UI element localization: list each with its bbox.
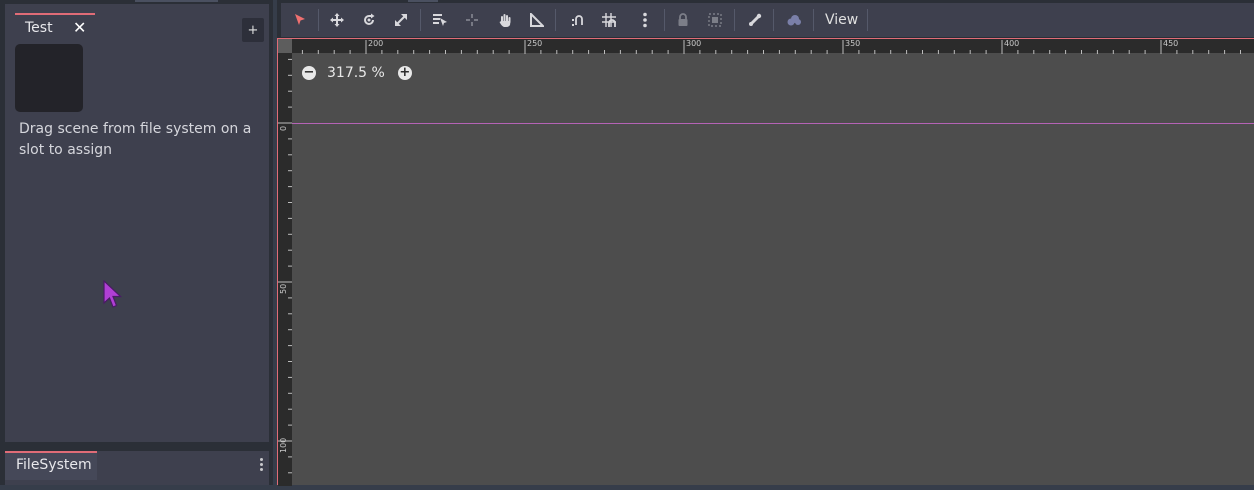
tab-filesystem-label: FileSystem bbox=[16, 457, 92, 473]
ruler-label-text: 0 bbox=[279, 125, 288, 131]
list-select-tool-icon[interactable] bbox=[427, 8, 453, 32]
ruler-top-ticks bbox=[301, 40, 1241, 54]
drag-hint-text: Drag scene from file system on a slot to… bbox=[19, 121, 252, 158]
snap-options-icon[interactable] bbox=[632, 8, 658, 32]
add-tab-button[interactable]: + bbox=[242, 18, 264, 42]
ruler-label: 350 bbox=[845, 39, 861, 48]
tab-filesystem[interactable]: FileSystem bbox=[5, 451, 97, 480]
ruler-label-text: 100 bbox=[279, 437, 288, 453]
ruler-left-ticks bbox=[278, 58, 292, 474]
zoom-in-button[interactable]: + bbox=[397, 66, 412, 80]
canvas-2d[interactable]: 200 250 300 350 400 450 0 50 100 − 317.5… bbox=[277, 38, 1254, 486]
kebab-menu-icon[interactable] bbox=[257, 456, 265, 474]
ruler-label: 200 bbox=[368, 39, 384, 48]
horizontal-guide-line bbox=[292, 123, 1254, 124]
smart-snap-icon[interactable] bbox=[565, 8, 591, 32]
viewport-drag-strip bbox=[408, 0, 438, 2]
ruler-label: 0 bbox=[279, 121, 288, 131]
toolbar-separator bbox=[813, 9, 814, 31]
toolbar-separator bbox=[420, 9, 421, 31]
tab-test[interactable]: Test ✕ bbox=[15, 13, 95, 40]
bone-icon[interactable] bbox=[742, 8, 768, 32]
cloud-icon[interactable] bbox=[781, 8, 807, 32]
toolbar-separator bbox=[318, 9, 319, 31]
select-tool-icon[interactable] bbox=[287, 8, 313, 32]
ruler-label: 450 bbox=[1163, 39, 1179, 48]
zoom-out-button[interactable]: − bbox=[302, 66, 316, 80]
close-icon[interactable]: ✕ bbox=[73, 20, 86, 36]
toolbar-separator bbox=[555, 9, 556, 31]
pivot-tool-icon[interactable] bbox=[459, 8, 485, 32]
ruler-tool-icon[interactable] bbox=[524, 8, 550, 32]
mouse-cursor-icon bbox=[103, 280, 123, 308]
ruler-label: 50 bbox=[279, 280, 288, 294]
view-menu[interactable]: View bbox=[819, 8, 864, 32]
zoom-controls: − 317.5 % + bbox=[302, 63, 412, 83]
rotate-tool-icon[interactable] bbox=[356, 8, 382, 32]
toolbar-separator bbox=[773, 9, 774, 31]
filesystem-dock: FileSystem bbox=[5, 451, 269, 485]
ruler-top: 200 250 300 350 400 450 bbox=[292, 39, 1254, 54]
ruler-label: 100 bbox=[279, 435, 288, 453]
canvas-viewport: View 200 250 300 350 400 450 0 50 100 − … bbox=[277, 0, 1254, 486]
toolbar-separator bbox=[867, 9, 868, 31]
toolbar-separator bbox=[734, 9, 735, 31]
ruler-label: 400 bbox=[1004, 39, 1020, 48]
ruler-label: 300 bbox=[686, 39, 702, 48]
ruler-corner bbox=[278, 39, 292, 53]
tab-test-label: Test bbox=[25, 19, 53, 36]
ruler-label-text: 50 bbox=[279, 283, 288, 294]
ruler-left: 0 50 100 bbox=[278, 53, 292, 486]
scene-slot[interactable] bbox=[15, 44, 83, 112]
left-dock: Test ✕ + Drag scene from file system on … bbox=[0, 0, 273, 485]
scene-slots-panel: Test ✕ + Drag scene from file system on … bbox=[5, 4, 269, 442]
editor-toolbar: View bbox=[281, 3, 1254, 37]
move-tool-icon[interactable] bbox=[324, 8, 350, 32]
lock-icon[interactable] bbox=[670, 8, 696, 32]
pan-tool-icon[interactable] bbox=[492, 8, 518, 32]
dock-drag-strip bbox=[135, 0, 218, 2]
scale-tool-icon[interactable] bbox=[388, 8, 414, 32]
grid-snap-icon[interactable] bbox=[596, 8, 622, 32]
group-icon[interactable] bbox=[702, 8, 728, 32]
ruler-label: 250 bbox=[527, 39, 543, 48]
zoom-level-label[interactable]: 317.5 % bbox=[327, 65, 385, 81]
toolbar-separator bbox=[664, 9, 665, 31]
